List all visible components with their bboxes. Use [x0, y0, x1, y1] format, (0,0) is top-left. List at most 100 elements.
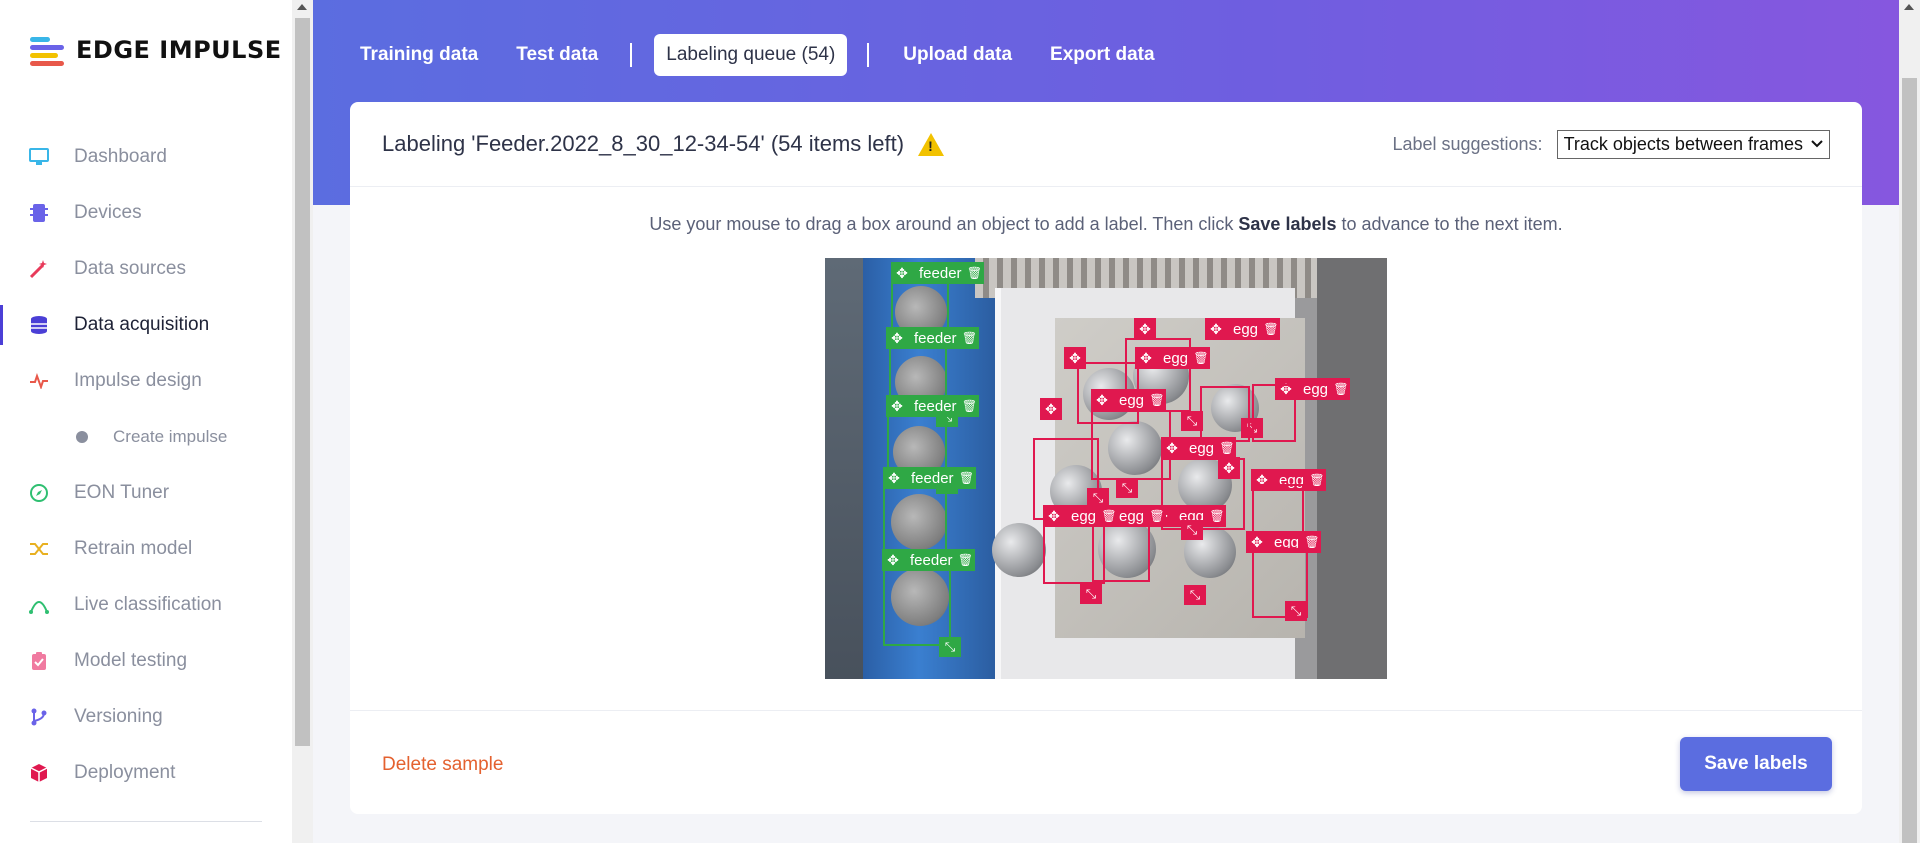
sidebar-divider — [30, 821, 262, 822]
label-suggestions-value: Track objects between frames — [1563, 133, 1803, 154]
move-icon[interactable]: ✥ — [882, 549, 904, 571]
logo-text: EDGE IMPULSE — [76, 36, 282, 64]
chip-icon — [28, 202, 50, 224]
move-icon[interactable]: ✥ — [1040, 398, 1062, 420]
sidebar-subitem-create-impulse[interactable]: Create impulse — [0, 409, 292, 465]
move-icon[interactable]: ✥ — [1161, 437, 1183, 459]
trash-icon[interactable]: 🗑 — [1148, 505, 1167, 527]
trash-icon[interactable]: 🗑 — [1332, 378, 1351, 400]
instruction-bold: Save labels — [1238, 214, 1337, 234]
sidebar-item-data-acquisition[interactable]: Data acquisition — [0, 297, 292, 353]
sidebar-item-eon-tuner[interactable]: EON Tuner — [0, 465, 292, 521]
sidebar-item-retrain-model[interactable]: Retrain model — [0, 521, 292, 577]
clipboard-icon — [28, 650, 50, 672]
sidebar-item-deployment[interactable]: Deployment — [0, 745, 292, 801]
scroll-up-arrow-icon[interactable] — [1904, 4, 1914, 10]
sidebar: EDGE IMPULSE Dashboard Devices Data sour… — [0, 0, 292, 843]
warning-icon[interactable]: ! — [918, 132, 945, 156]
sidebar-item-label: Dashboard — [74, 146, 167, 167]
sample-image[interactable]: ✥feeder🗑 ✥feeder🗑 ⤡ ✥feeder🗑 ⤡ ✥feeder🗑 … — [825, 258, 1387, 679]
logo[interactable]: EDGE IMPULSE — [30, 36, 282, 66]
bounding-box[interactable] — [1252, 384, 1296, 442]
box-label-tag: ✥ feeder 🗑 — [891, 262, 984, 284]
move-icon[interactable]: ✥ — [891, 262, 913, 284]
tab-test-data[interactable]: Test data — [504, 34, 610, 76]
trash-icon[interactable]: 🗑 — [1192, 347, 1211, 369]
tab-labeling-queue[interactable]: Labeling queue (54) — [654, 34, 848, 76]
bounding-box[interactable] — [1200, 386, 1250, 442]
bounding-box[interactable] — [883, 486, 947, 558]
move-icon[interactable]: ✥ — [1043, 505, 1065, 527]
scrollbar-thumb[interactable] — [1902, 78, 1917, 843]
data-tabs: Training data Test data Labeling queue (… — [348, 34, 1181, 76]
sidebar-item-label: Create impulse — [113, 427, 228, 446]
trash-icon[interactable]: 🗑 — [1262, 318, 1281, 340]
label-suggestions: Label suggestions: Track objects between… — [1392, 129, 1830, 159]
trash-icon[interactable]: 🗑 — [1100, 505, 1119, 527]
instruction-text: Use your mouse to drag a box around an o… — [350, 214, 1862, 235]
tab-export-data[interactable]: Export data — [1038, 34, 1167, 76]
trash-icon[interactable]: 🗑 — [960, 395, 979, 417]
box-label-tag: ✥egg🗑 — [1091, 389, 1167, 411]
scrollbar-thumb[interactable] — [295, 18, 310, 746]
sidebar-item-model-testing[interactable]: Model testing — [0, 633, 292, 689]
signal-icon — [28, 594, 50, 616]
trash-icon[interactable]: 🗑 — [960, 327, 979, 349]
trash-icon[interactable]: 🗑 — [1308, 469, 1327, 491]
shuffle-icon — [28, 538, 50, 560]
sidebar-scrollbar[interactable] — [292, 0, 313, 843]
box-label: egg — [1183, 437, 1219, 459]
resize-handle-icon[interactable]: ⤡ — [1116, 478, 1138, 498]
trash-icon[interactable]: 🗑 — [1148, 389, 1167, 411]
save-labels-button[interactable]: Save labels — [1680, 737, 1832, 791]
sidebar-item-label: Data acquisition — [74, 314, 210, 335]
logo-icon — [30, 36, 66, 66]
delete-sample-link[interactable]: Delete sample — [382, 754, 503, 776]
tab-separator — [630, 43, 633, 67]
resize-handle-icon[interactable]: ⤡ — [1181, 520, 1203, 540]
sidebar-item-label: Devices — [74, 202, 142, 223]
trash-icon[interactable]: 🗑 — [1218, 437, 1237, 459]
move-icon[interactable]: ✥ — [886, 395, 908, 417]
move-icon[interactable]: ✥ — [883, 467, 905, 489]
resize-handle-icon[interactable]: ⤡ — [1184, 585, 1206, 605]
box-label-tag: ✥ — [1134, 318, 1156, 340]
tab-training-data[interactable]: Training data — [348, 34, 490, 76]
instruction-post: to advance to the next item. — [1336, 214, 1563, 234]
resize-handle-icon[interactable]: ⤡ — [939, 637, 961, 657]
tab-upload-data[interactable]: Upload data — [891, 34, 1024, 76]
sidebar-item-devices[interactable]: Devices — [0, 185, 292, 241]
sidebar-item-versioning[interactable]: Versioning — [0, 689, 292, 745]
sidebar-item-impulse-design[interactable]: Impulse design — [0, 353, 292, 409]
trash-icon[interactable]: 🗑 — [1208, 505, 1227, 527]
page-scrollbar[interactable] — [1899, 0, 1920, 843]
scroll-up-arrow-icon[interactable] — [297, 4, 307, 10]
box-label-tag: ✥ — [1218, 457, 1240, 479]
sidebar-item-label: Versioning — [74, 706, 163, 727]
resize-handle-icon[interactable]: ⤡ — [1080, 584, 1102, 604]
move-icon[interactable]: ✥ — [1064, 347, 1086, 369]
move-icon[interactable]: ✥ — [886, 327, 908, 349]
bounding-box[interactable] — [1043, 522, 1105, 584]
trash-icon[interactable]: 🗑 — [956, 549, 975, 571]
box-label-tag: ✥ feeder 🗑 — [886, 327, 979, 349]
bounding-box[interactable] — [1091, 410, 1171, 480]
sidebar-item-live-classification[interactable]: Live classification — [0, 577, 292, 633]
trash-icon[interactable]: 🗑 — [957, 467, 976, 489]
resize-handle-icon[interactable]: ⤡ — [1285, 601, 1307, 621]
bounding-box[interactable] — [883, 566, 951, 646]
box-label: egg — [1113, 389, 1149, 411]
box-label-tag: ✥egg🗑 — [1205, 318, 1281, 340]
sidebar-item-dashboard[interactable]: Dashboard — [0, 129, 292, 185]
label-suggestions-select[interactable]: Track objects between frames — [1556, 129, 1830, 159]
move-icon[interactable]: ✥ — [1205, 318, 1227, 340]
move-icon[interactable]: ✥ — [1135, 347, 1157, 369]
move-icon[interactable]: ✥ — [1091, 389, 1113, 411]
chevron-down-icon — [1811, 140, 1823, 148]
instruction-pre: Use your mouse to drag a box around an o… — [649, 214, 1239, 234]
sidebar-item-data-sources[interactable]: Data sources — [0, 241, 292, 297]
move-icon[interactable]: ✥ — [1218, 457, 1240, 479]
sidebar-nav: Dashboard Devices Data sources Data acqu… — [0, 129, 292, 801]
move-icon[interactable]: ✥ — [1134, 318, 1156, 340]
trash-icon[interactable]: 🗑 — [965, 262, 984, 284]
